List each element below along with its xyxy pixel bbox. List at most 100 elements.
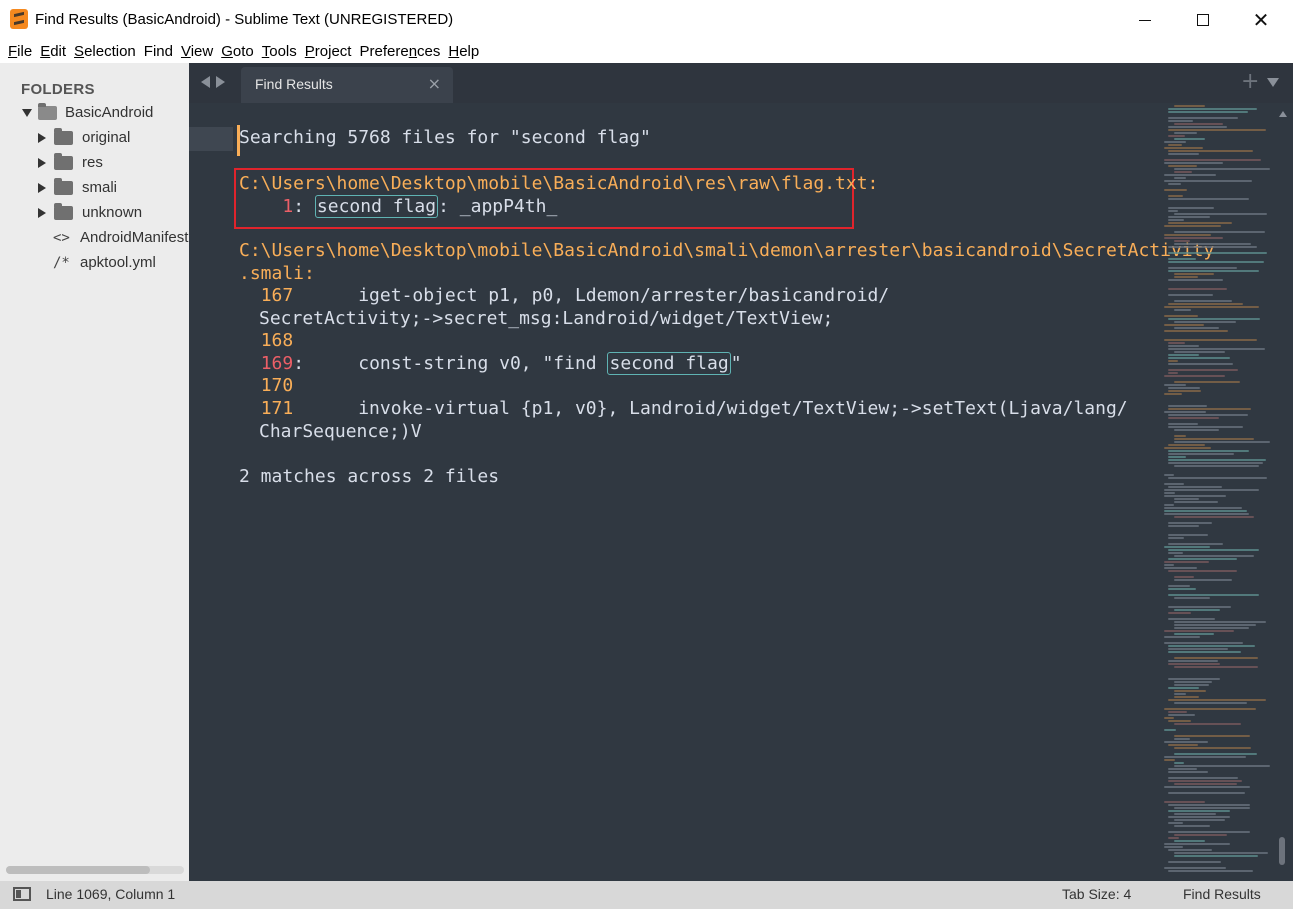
minimap-line [1168,585,1190,587]
minimap-line [1164,786,1250,788]
minimap-line [1174,690,1206,692]
close-button[interactable]: ✕ [1238,0,1284,40]
minimap-line [1164,384,1186,386]
minimap-line [1168,198,1249,200]
minimap-line [1168,408,1251,410]
arrow-right-icon[interactable] [216,76,225,88]
minimap-line [1174,657,1258,659]
context-line-wrap: CharSequence;)V [259,421,422,442]
search-header: Searching 5768 files for "second flag" [239,127,651,148]
panel-toggle-icon[interactable] [13,887,31,901]
minimap-line [1174,855,1258,857]
minimap-line [1168,645,1255,647]
menu-find[interactable]: Find [140,43,177,60]
yaml-file-icon: /* [53,254,70,271]
menu-goto[interactable]: Goto [217,43,258,60]
minimap-line [1174,609,1220,611]
minimap-line [1168,126,1227,128]
menu-view[interactable]: View [177,43,217,60]
minimap-line [1168,849,1212,851]
menu-preferences[interactable]: Preferences [355,43,444,60]
minimap-line [1174,576,1194,578]
tab-find-results[interactable]: Find Results × [241,67,453,103]
line-number: 168 [260,330,294,351]
minimap-line [1168,414,1248,416]
sidebar-item-basicandroid[interactable]: BasicAndroid [22,100,153,125]
minimap-line [1168,594,1259,596]
menu-help[interactable]: Help [444,43,483,60]
minimap-line [1168,144,1182,146]
context-line[interactable]: 171 invoke-virtual {p1, v0}, Landroid/wi… [239,398,1128,421]
close-tab-icon[interactable]: × [428,74,441,93]
sidebar-scrollbar[interactable] [6,866,184,874]
minimap-line [1174,465,1259,467]
minimap-line [1164,447,1211,449]
minimap[interactable] [1164,103,1282,881]
folder-icon [54,177,73,195]
menu-file[interactable]: File [4,43,36,60]
menu-project[interactable]: Project [301,43,356,60]
minimap-line [1168,777,1238,779]
minimap-line [1168,534,1208,536]
minimap-line [1174,105,1205,107]
folder-icon [54,152,73,170]
line-number: 171 [260,398,294,419]
editor-area[interactable]: Searching 5768 files for "second flag" C… [189,103,1293,881]
minimize-button[interactable] [1122,0,1168,40]
tab-label: Find Results [255,76,333,92]
minimap-line [1168,699,1266,701]
sidebar-item-apktool[interactable]: /* apktool.yml [53,250,156,275]
syntax-indicator[interactable]: Find Results [1183,886,1261,902]
minimap-line [1164,234,1211,236]
minimap-line [1168,195,1183,197]
context-line[interactable]: 168 [239,330,294,353]
minimap-line [1174,177,1186,179]
tab-list-dropdown-icon[interactable] [1267,78,1279,87]
result-file-path[interactable]: C:\Users\home\Desktop\mobile\BasicAndroi… [239,240,1214,263]
menu-selection[interactable]: Selection [70,43,140,60]
editor-scrollbar[interactable] [1277,111,1287,873]
window-title: Find Results (BasicAndroid) - Sublime Te… [35,11,454,28]
tab-size-indicator[interactable]: Tab Size: 4 [1062,886,1131,902]
current-line-gutter [189,127,233,151]
sidebar-item-original[interactable]: original [38,125,130,150]
minimap-line [1168,117,1238,119]
arrow-left-icon[interactable] [201,76,210,88]
minimap-line [1168,870,1253,872]
minimap-line [1168,543,1223,545]
minimap-line [1168,816,1230,818]
context-line[interactable]: 167 iget-object p1, p0, Ldemon/arrester/… [239,285,890,308]
minimap-line [1168,831,1250,833]
sidebar-item-smali[interactable]: smali [38,175,117,200]
sidebar-item-androidmanifest[interactable]: <> AndroidManifest.xml [53,225,189,250]
minimap-line [1174,627,1249,629]
menu-tools[interactable]: Tools [258,43,301,60]
minimap-line [1174,435,1186,437]
minimap-line [1168,210,1178,212]
result-file-path[interactable]: C:\Users\home\Desktop\mobile\BasicAndroi… [239,173,878,196]
tab-nav-arrows [201,76,225,88]
minimap-line [1164,489,1259,491]
result-match-line[interactable]: 169: const-string v0, "find second flag " [239,352,742,376]
minimap-line [1164,504,1174,506]
minimap-line [1168,663,1220,665]
scroll-up-icon[interactable] [1279,111,1287,117]
sidebar-item-res[interactable]: res [38,150,103,175]
menu-edit[interactable]: Edit [36,43,70,60]
context-line[interactable]: 170 [239,375,294,398]
minimap-line [1168,357,1230,359]
minimap-line [1174,762,1184,764]
new-tab-icon[interactable]: + [1241,69,1259,94]
minimap-line [1174,783,1237,785]
minimap-line [1168,687,1199,689]
result-match-line[interactable]: 1: second flag: _appP4th_ [239,195,557,219]
chevron-right-icon [38,132,46,143]
minimap-line [1168,423,1198,425]
minimap-line [1168,318,1260,320]
minimap-line [1164,306,1259,308]
editor-scrollbar-thumb[interactable] [1279,837,1285,865]
maximize-button[interactable] [1180,0,1226,40]
line-number: 167 [260,285,294,306]
sidebar-item-unknown[interactable]: unknown [38,200,142,225]
sidebar-scrollbar-thumb[interactable] [6,866,150,874]
